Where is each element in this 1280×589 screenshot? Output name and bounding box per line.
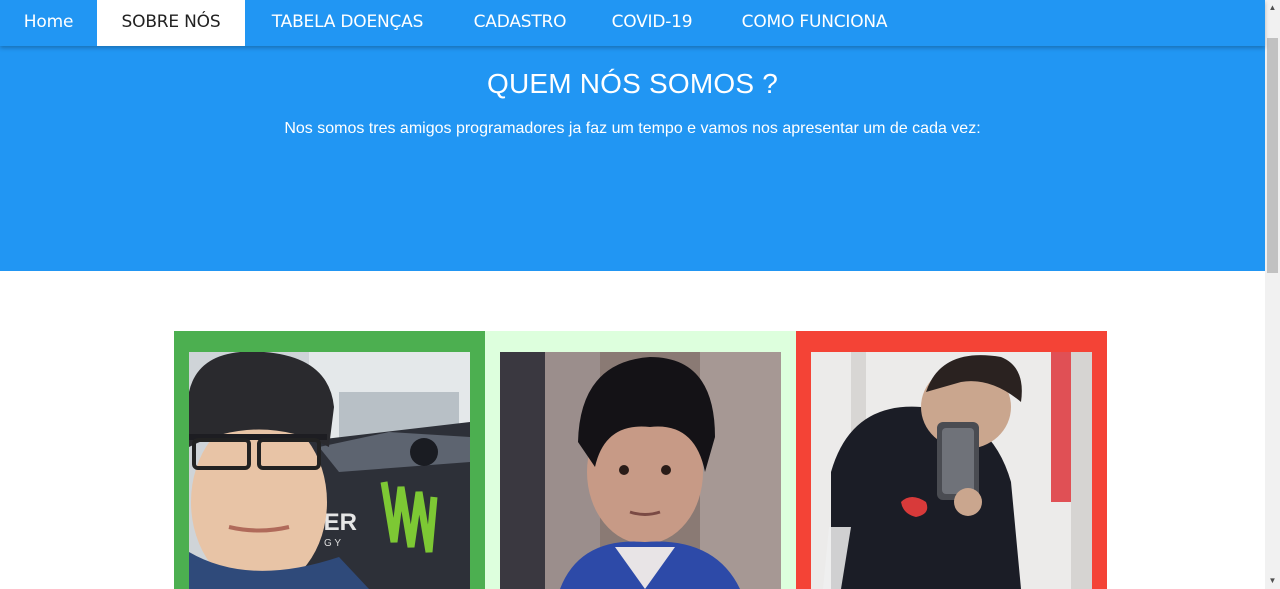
car-logo-small-text: G Y [324, 538, 341, 549]
nav-about-link[interactable]: SOBRE NÓS [97, 0, 245, 46]
scroll-down-arrow-icon[interactable]: ▼ [1265, 573, 1280, 589]
page-title: QUEM NÓS SOMOS ? [486, 68, 779, 99]
member-photo-2 [500, 352, 781, 589]
nav-diseases-table-link[interactable]: TABELA DOENÇAS [245, 0, 450, 46]
member-photo-1: TER G Y [189, 352, 470, 589]
nav-how-it-works-link[interactable]: COMO FUNCIONA [714, 0, 915, 46]
team-card-3 [796, 331, 1107, 589]
nav-register-link[interactable]: CADASTRO [450, 0, 590, 46]
team-card-1: TER G Y [174, 331, 485, 589]
top-navbar: Home SOBRE NÓS TABELA DOENÇAS CADASTRO C… [0, 0, 1265, 46]
hero-section: QUEM NÓS SOMOS ? Nos somos tres amigos p… [0, 46, 1265, 271]
scroll-up-arrow-icon[interactable]: ▲ [1265, 0, 1280, 16]
nav-home-link[interactable]: Home [0, 0, 97, 46]
hero-subtitle: Nos somos tres amigos programadores ja f… [284, 120, 981, 137]
team-card-2 [485, 331, 796, 589]
member-photo-3 [811, 352, 1092, 589]
vertical-scrollbar[interactable]: ▲ ▼ [1265, 0, 1280, 589]
scrollbar-thumb[interactable] [1267, 38, 1278, 273]
team-cards: TER G Y [174, 331, 1107, 589]
nav-covid-link[interactable]: COVID-19 [590, 0, 714, 46]
